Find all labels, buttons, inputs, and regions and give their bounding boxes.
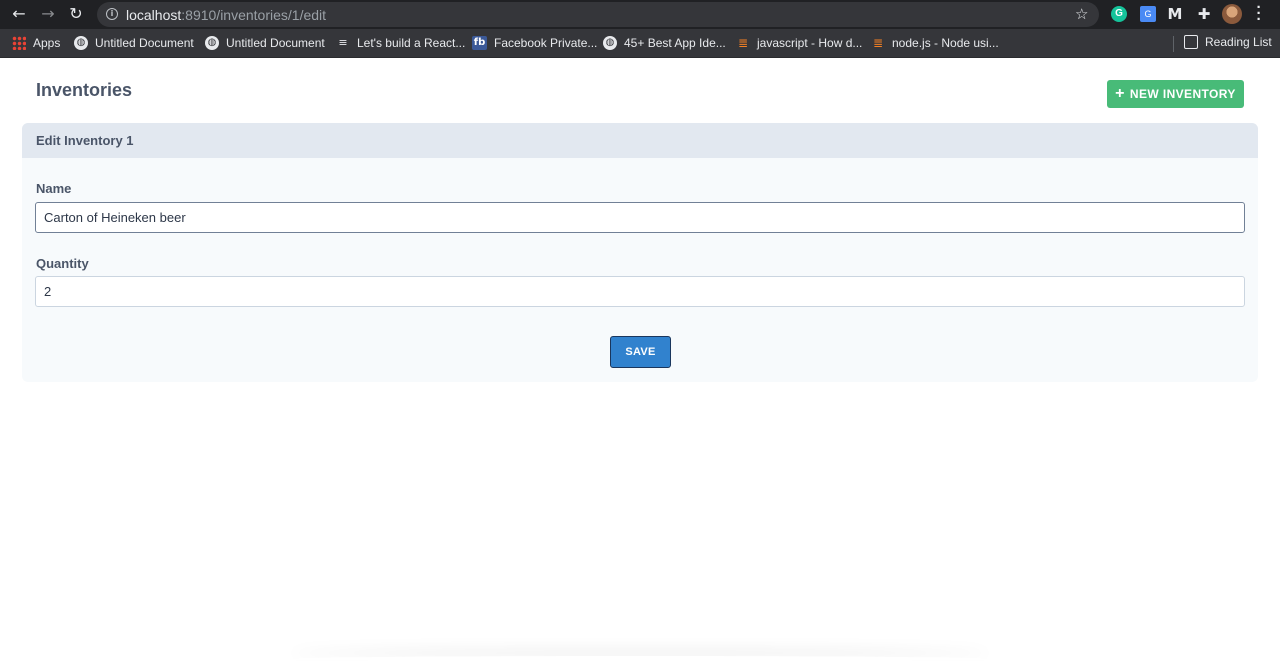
extensions-puzzle-icon[interactable]: ✚ [1196,6,1212,22]
name-input[interactable]: Carton of Heineken beer [35,202,1245,233]
plus-icon: + [1115,85,1125,102]
grammarly-extension-icon[interactable]: G [1111,6,1127,22]
url-path: :8910/inventories/1/edit [181,7,327,23]
bookmarks-divider [1173,36,1174,52]
lines-icon: ≡ [338,36,348,49]
back-arrow-icon[interactable]: ← [11,6,27,22]
quantity-label: Quantity [36,256,89,271]
card-title: Edit Inventory 1 [22,123,1258,158]
facebook-icon: fb [472,36,487,50]
bookmark-item[interactable]: ≣ javascript - How d... [736,35,862,51]
reading-list-icon [1184,35,1198,49]
forward-arrow-icon[interactable]: → [40,6,56,22]
bookmark-item[interactable]: ≣ node.js - Node usi... [871,35,999,51]
url-host: localhost [126,7,182,23]
bookmark-label: Untitled Document [95,36,194,50]
translate-extension-icon[interactable]: G [1140,6,1156,22]
globe-icon: ◍ [603,36,617,50]
medium-extension-icon[interactable]: M [1167,6,1183,22]
page-title: Inventories [36,80,133,100]
bookmark-label: Facebook Private... [494,36,598,50]
stackoverflow-icon: ≣ [737,36,749,50]
bookmark-item[interactable]: fb Facebook Private... [472,35,597,51]
url-text[interactable]: localhost:8910/inventories/1/edit [126,7,326,23]
bottom-shadow [290,656,990,661]
bookmarks-bar: Apps ◍ Untitled Document ◍ Untitled Docume… [0,29,1280,58]
new-inventory-button[interactable]: + NEW INVENTORY [1107,80,1244,108]
new-inventory-label: NEW INVENTORY [1129,87,1236,101]
bookmark-label: javascript - How d... [757,36,863,50]
page-content: Inventories + NEW INVENTORY Edit Invento… [0,58,1280,661]
address-bar[interactable]: i localhost:8910/inventories/1/edit ☆ [97,2,1099,27]
globe-icon: ◍ [205,36,219,50]
bookmark-star-icon[interactable]: ☆ [1075,5,1088,23]
bookmark-item[interactable]: ◍ Untitled Document [74,35,194,51]
bookmark-item[interactable]: ◍ 45+ Best App Ide... [603,35,726,51]
stackoverflow-icon: ≣ [872,36,884,50]
reading-list-label: Reading List [1205,35,1272,49]
browser-menu-icon[interactable]: · · · [1254,0,1264,27]
bookmark-label: 45+ Best App Ide... [624,36,726,50]
name-label: Name [36,181,72,196]
browser-toolbar: ← → ↻ i localhost:8910/inventories/1/edi… [0,0,1280,29]
apps-grid-icon [12,36,26,50]
bookmark-label: Apps [33,36,61,50]
reload-icon[interactable]: ↻ [68,6,84,22]
bookmark-item[interactable]: ≡ Let's build a React... [336,35,465,51]
edit-inventory-card: Edit Inventory 1 Name Carton of Heineken… [22,123,1258,382]
bookmark-item[interactable]: ◍ Untitled Document [205,35,325,51]
globe-icon: ◍ [74,36,88,50]
site-info-icon[interactable]: i [106,8,118,20]
quantity-input[interactable]: 2 [35,276,1245,307]
save-button[interactable]: SAVE [610,336,671,368]
bookmark-label: Let's build a React... [357,36,466,50]
bookmark-label: node.js - Node usi... [892,36,999,50]
profile-avatar[interactable] [1222,4,1242,24]
bookmark-apps[interactable]: Apps [12,35,60,51]
reading-list-button[interactable]: Reading List [1184,35,1272,49]
bookmark-label: Untitled Document [226,36,325,50]
